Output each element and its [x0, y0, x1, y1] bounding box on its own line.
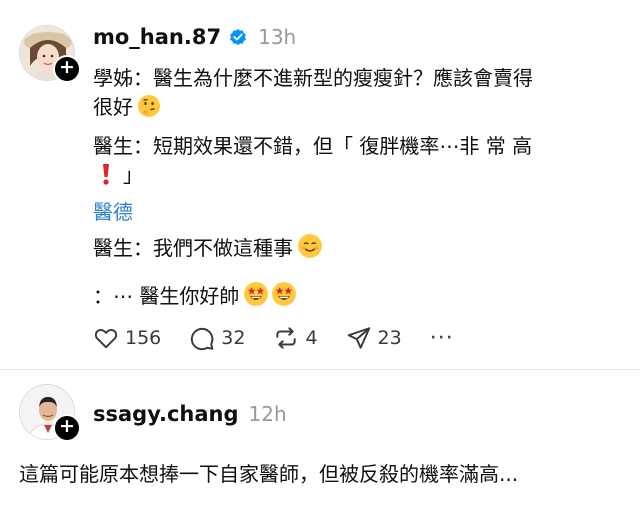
post-line-4-text: 」 — [123, 163, 143, 187]
divider — [0, 369, 640, 370]
exclamation-mark-icon — [103, 164, 109, 185]
post-line-2: 很好 — [93, 91, 161, 120]
reply-time: 12h — [248, 402, 287, 426]
heart-icon — [94, 329, 118, 349]
post-time: 13h — [258, 25, 297, 49]
reply-username[interactable]: ssagy.chang — [93, 402, 239, 426]
star-struck-icon — [272, 282, 297, 306]
share-button[interactable]: 23 — [346, 325, 402, 351]
comment-count: 32 — [221, 327, 246, 349]
post-line-3: 醫生：短期效果還不錯，但「 復胖機率⋯非 常 高 — [93, 134, 533, 158]
reply-text: 這篇可能原本想捧一下自家醫師，但被反殺的機率滿高... — [19, 462, 519, 486]
hashtag-link[interactable]: 醫德 — [93, 196, 133, 225]
comment-button[interactable]: 32 — [189, 325, 245, 351]
repost-button[interactable]: 4 — [273, 325, 318, 351]
post-username[interactable]: mo_han.87 — [93, 25, 221, 49]
post-avatar-wrap[interactable]: + — [19, 25, 81, 83]
repost-count: 4 — [305, 327, 318, 349]
verified-badge-icon — [230, 29, 247, 46]
comment-bubble-icon — [191, 327, 214, 351]
post-line-2-text: 很好 — [93, 95, 133, 119]
like-button[interactable]: 156 — [93, 325, 161, 351]
post-line-4: 」 — [93, 159, 143, 188]
follow-plus-icon[interactable]: + — [53, 414, 81, 442]
action-bar: 156 32 4 23 ··· — [93, 323, 454, 353]
post-line-6: 醫生：我們不做這種事 — [93, 232, 323, 261]
post-line-1: 學姊：醫生為什麼不進新型的瘦瘦針？應該會賣得 — [93, 66, 533, 90]
post-line-6-text: 醫生：我們不做這種事 — [93, 236, 293, 260]
share-count: 23 — [377, 327, 402, 349]
reply-avatar-wrap[interactable]: + — [19, 384, 81, 442]
send-icon — [347, 327, 370, 349]
like-count: 156 — [125, 327, 162, 349]
post-line-7: ：⋯ 醫生你好帥 — [93, 280, 297, 309]
star-struck-icon — [244, 282, 269, 306]
post-header: mo_han.87 13h — [93, 22, 296, 52]
post-line-7-text: ：⋯ 醫生你好帥 — [93, 284, 240, 308]
more-options-button[interactable]: ··· — [430, 326, 454, 351]
repost-icon — [276, 327, 297, 349]
smiling-face-icon — [298, 234, 322, 258]
thinking-face-icon — [138, 95, 160, 117]
follow-plus-icon[interactable]: + — [53, 55, 81, 83]
reply-header: ssagy.chang 12h — [93, 399, 287, 429]
